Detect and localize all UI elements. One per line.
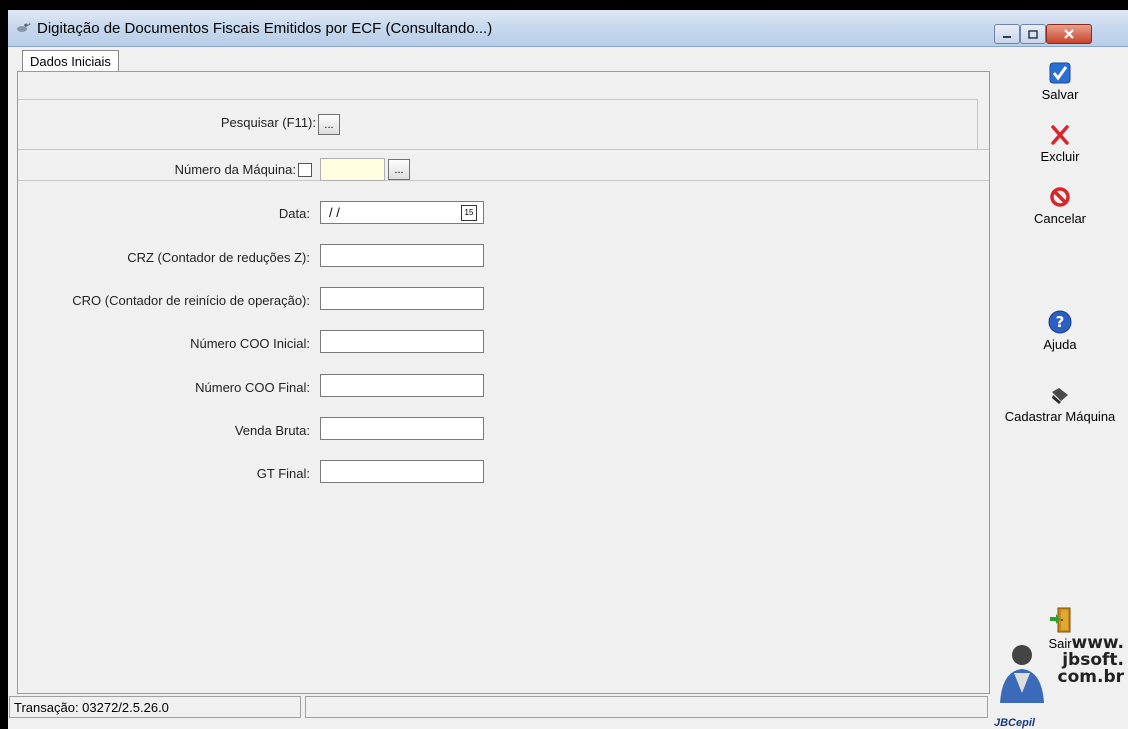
tab-dados-iniciais[interactable]: Dados Iniciais xyxy=(22,50,119,73)
action-toolbar: Salvar Excluir Cancelar ? Ajuda Cadastra… xyxy=(992,52,1128,729)
maximize-icon xyxy=(1028,27,1038,42)
maximize-button[interactable] xyxy=(1020,24,1046,44)
coo-inicial-input[interactable] xyxy=(320,330,484,353)
exit-door-icon xyxy=(992,607,1128,636)
minimize-icon xyxy=(1002,27,1012,42)
help-icon: ? xyxy=(992,310,1128,337)
crz-input[interactable] xyxy=(320,244,484,267)
numero-maquina-lookup-button[interactable]: ... xyxy=(388,159,410,180)
stamp-icon xyxy=(992,386,1128,409)
check-icon xyxy=(992,62,1128,87)
pesquisar-label: Pesquisar (F11): xyxy=(220,115,316,130)
salvar-label: Salvar xyxy=(1041,87,1079,102)
pesquisar-button[interactable]: ... xyxy=(318,114,340,135)
app-window: Digitação de Documentos Fiscais Emitidos… xyxy=(8,10,1128,729)
data-value: / / xyxy=(329,205,340,220)
status-transacao: Transação: 03272/2.5.26.0 xyxy=(9,696,301,718)
calendar-icon[interactable]: 15 xyxy=(461,205,477,221)
divider xyxy=(18,99,977,100)
salvar-button[interactable]: Salvar xyxy=(992,62,1128,102)
jbsoft-logo: www. jbsoft. com.br JBCepil xyxy=(992,633,1128,729)
excluir-button[interactable]: Excluir xyxy=(992,124,1128,164)
excluir-label: Excluir xyxy=(1040,149,1080,164)
divider xyxy=(18,180,989,181)
gt-final-label: GT Final: xyxy=(256,466,310,481)
data-label: Data: xyxy=(278,206,310,221)
cadastrar-maquina-label: Cadastrar Máquina xyxy=(1004,409,1116,424)
coo-final-input[interactable] xyxy=(320,374,484,397)
data-field[interactable]: / / 15 xyxy=(320,201,484,224)
crz-label: CRZ (Contador de reduções Z): xyxy=(127,250,310,265)
window-title: Digitação de Documentos Fiscais Emitidos… xyxy=(37,20,493,37)
delete-x-icon xyxy=(992,124,1128,149)
title-bar[interactable]: Digitação de Documentos Fiscais Emitidos… xyxy=(8,10,1128,47)
svg-text:?: ? xyxy=(1056,313,1065,331)
coo-inicial-label: Número COO Inicial: xyxy=(190,336,310,351)
cro-input[interactable] xyxy=(320,287,484,310)
person-silhouette-icon xyxy=(1000,645,1044,703)
cro-label: CRO (Contador de reinício de operação): xyxy=(72,293,310,308)
cancelar-button[interactable]: Cancelar xyxy=(992,186,1128,226)
form-panel xyxy=(17,71,990,694)
cancel-icon xyxy=(992,186,1128,211)
numero-maquina-checkbox[interactable] xyxy=(298,163,312,177)
ajuda-label: Ajuda xyxy=(1043,337,1077,352)
venda-bruta-label: Venda Bruta: xyxy=(234,423,310,438)
cadastrar-maquina-button[interactable]: Cadastrar Máquina xyxy=(992,386,1128,424)
logo-brand: JBCepil xyxy=(994,717,1035,729)
ajuda-button[interactable]: ? Ajuda xyxy=(992,310,1128,352)
coo-final-label: Número COO Final: xyxy=(195,380,310,395)
close-icon xyxy=(1063,27,1075,42)
numero-maquina-input[interactable] xyxy=(320,158,385,181)
status-bar: Transação: 03272/2.5.26.0 xyxy=(8,696,988,720)
gt-final-input[interactable] xyxy=(320,460,484,483)
numero-maquina-label: Número da Máquina: xyxy=(174,162,296,177)
divider xyxy=(977,99,978,149)
close-button[interactable] xyxy=(1046,24,1092,44)
status-panel-empty xyxy=(305,696,988,718)
satellite-app-icon xyxy=(16,20,32,34)
minimize-button[interactable] xyxy=(994,24,1020,44)
divider xyxy=(18,149,989,150)
logo-text: www. jbsoft. com.br xyxy=(1057,633,1124,687)
venda-bruta-input[interactable] xyxy=(320,417,484,440)
cancelar-label: Cancelar xyxy=(1033,211,1087,226)
